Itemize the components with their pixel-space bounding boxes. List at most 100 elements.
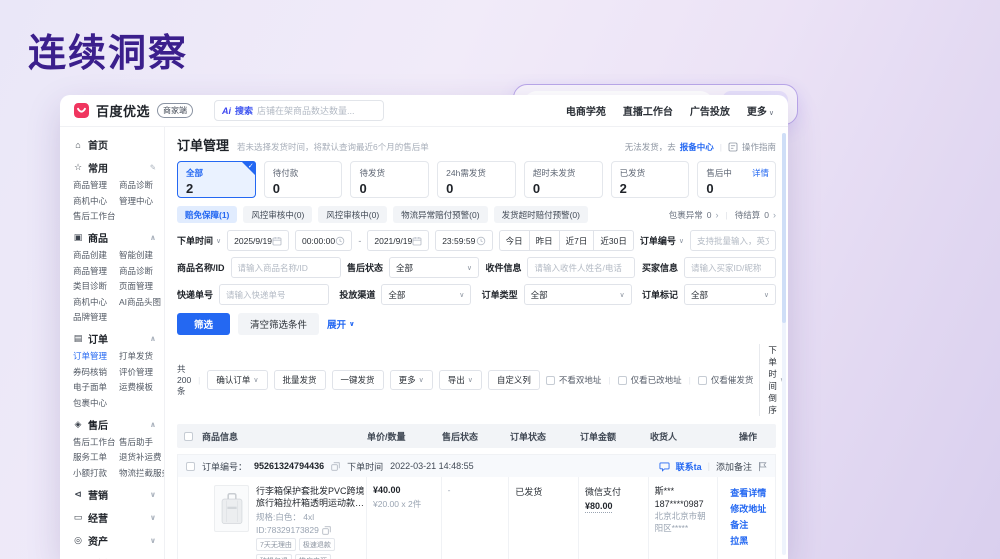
stat-card[interactable]: 超时未发货0: [524, 161, 603, 198]
product-image[interactable]: [214, 485, 249, 532]
order-no-dropdown[interactable]: 订单编号 ∨: [640, 234, 684, 247]
clear-filters-button[interactable]: 清空筛选条件: [238, 313, 319, 335]
checkbox-icon[interactable]: [618, 376, 627, 385]
chevron-up-icon[interactable]: ∧: [150, 233, 156, 242]
edit-icon[interactable]: ✎: [150, 163, 156, 172]
view-filter-checkbox[interactable]: 仅看已改地址: [618, 374, 682, 386]
toolbar-button[interactable]: 确认订单∨: [207, 370, 267, 390]
sidebar-item[interactable]: 售后工作台: [73, 210, 119, 222]
end-time-input[interactable]: 23:59:59: [435, 230, 492, 251]
sidebar-item[interactable]: 小额打款: [73, 467, 119, 479]
chevron-up-icon[interactable]: ∧: [150, 420, 156, 429]
toolbar-button[interactable]: 导出∨: [439, 370, 482, 390]
order-no-input[interactable]: 支持批量输入，英文','分隔: [690, 230, 776, 251]
sidebar-item-home[interactable]: ⌂首页: [73, 137, 156, 152]
sidebar-section-order[interactable]: ▤订单∧: [73, 331, 156, 346]
toolbar-button[interactable]: 自定义列: [488, 370, 540, 390]
start-time-input[interactable]: 00:00:00: [295, 230, 352, 251]
stat-card[interactable]: 已发货2: [611, 161, 690, 198]
sidebar-section-marketing[interactable]: ⊲营销∨: [73, 487, 156, 502]
filter-button[interactable]: 筛选: [177, 313, 230, 335]
sidebar-item[interactable]: 商品创建: [73, 249, 119, 261]
sidebar-item[interactable]: 管理中心: [119, 195, 156, 207]
quick-range-button[interactable]: 今日: [499, 230, 530, 251]
sidebar-item[interactable]: 类目诊断: [73, 280, 119, 292]
filter-select[interactable]: 全部∨: [684, 284, 776, 305]
expand-link[interactable]: 展开 ∨: [327, 317, 355, 331]
sidebar-item[interactable]: 包裹中心: [73, 397, 119, 409]
status-chip[interactable]: 风控审核中(0): [243, 206, 312, 223]
sidebar-item[interactable]: 券码核销: [73, 366, 119, 378]
chevron-up-icon[interactable]: ∧: [150, 334, 156, 343]
top-nav-item[interactable]: 广告投放: [690, 103, 730, 118]
status-chip[interactable]: 风控审核中(0): [318, 206, 387, 223]
sidebar-item[interactable]: 订单管理: [73, 350, 119, 362]
sidebar-item[interactable]: 退货补运费: [119, 451, 165, 463]
sidebar-item[interactable]: 物流拦截服务: [119, 467, 165, 479]
guide-link[interactable]: 操作指南: [742, 141, 776, 153]
end-date-input[interactable]: 2021/9/19: [367, 230, 429, 251]
sidebar-section-goods[interactable]: ▣商品∧: [73, 230, 156, 245]
contact-buyer-link[interactable]: 联系ta: [676, 460, 702, 473]
sidebar-item[interactable]: 售后工作台: [73, 436, 119, 448]
start-date-input[interactable]: 2025/9/19: [227, 230, 289, 251]
order-action-link[interactable]: 修改地址: [730, 501, 769, 517]
filter-input[interactable]: 请输入买家ID/昵称: [684, 257, 776, 278]
stat-card[interactable]: 全部2✓: [177, 161, 256, 198]
detail-link[interactable]: 详情: [752, 167, 769, 179]
sidebar-section-star[interactable]: ☆常用✎: [73, 160, 156, 175]
filter-input[interactable]: 请输入商品名称/ID: [231, 257, 341, 278]
sidebar-item[interactable]: 品牌管理: [73, 311, 119, 323]
stat-card[interactable]: 待付款0: [264, 161, 343, 198]
sidebar-item[interactable]: AI商品头图: [119, 296, 161, 308]
sidebar-section-operate[interactable]: ▭经营∨: [73, 510, 156, 525]
quick-range-button[interactable]: 昨日: [529, 230, 560, 251]
filter-input[interactable]: 请输入快递单号: [219, 284, 329, 305]
sidebar-item[interactable]: 页面管理: [119, 280, 161, 292]
sidebar-item[interactable]: 智能创建: [119, 249, 161, 261]
sidebar-item[interactable]: 商品管理: [73, 265, 119, 277]
order-action-link[interactable]: 拉黑: [730, 533, 769, 549]
sidebar-item[interactable]: 打单发货: [119, 350, 156, 362]
status-chip[interactable]: 发货超时赔付预警(0): [494, 206, 588, 223]
scrollbar[interactable]: [782, 133, 786, 555]
top-nav-item[interactable]: 电商学苑: [566, 103, 606, 118]
order-checkbox[interactable]: [186, 462, 195, 471]
sidebar-item[interactable]: 商机中心: [73, 195, 119, 207]
stat-card[interactable]: 待发货0: [350, 161, 429, 198]
chevron-down-icon[interactable]: ∨: [150, 536, 156, 545]
stat-card[interactable]: 24h需发货0: [437, 161, 516, 198]
sidebar-item[interactable]: 服务工单: [73, 451, 119, 463]
add-note-link[interactable]: 添加备注: [716, 460, 752, 473]
sidebar-section-shop[interactable]: ▥店铺∨: [73, 556, 156, 559]
flag-icon[interactable]: [758, 461, 767, 472]
search-input[interactable]: Ai 搜索 店铺在架商品数达数量...: [214, 100, 384, 121]
sidebar-item[interactable]: 电子面单: [73, 381, 119, 393]
status-chip[interactable]: 物流异常赔付预警(0): [393, 206, 487, 223]
checkbox-icon[interactable]: [546, 376, 555, 385]
anomaly-link[interactable]: 包裹异常0›: [669, 209, 719, 221]
status-chip[interactable]: 赔免保障(1): [177, 206, 237, 223]
filter-select[interactable]: 全部∨: [381, 284, 471, 305]
sidebar-item[interactable]: 商品诊断: [119, 179, 156, 191]
quick-range-button[interactable]: 近7日: [559, 230, 595, 251]
toolbar-button[interactable]: 批量发货: [274, 370, 326, 390]
select-all-checkbox[interactable]: [184, 432, 193, 441]
scrollbar-thumb[interactable]: [782, 133, 786, 323]
copy-icon[interactable]: [331, 462, 340, 471]
sidebar-section-aftersale[interactable]: ◈售后∧: [73, 417, 156, 432]
anomaly-link[interactable]: 待结算0›: [735, 209, 776, 221]
chevron-down-icon[interactable]: ∨: [150, 513, 156, 522]
filter-select[interactable]: 全部∨: [524, 284, 632, 305]
toolbar-button[interactable]: 一键发货: [332, 370, 384, 390]
filter-input[interactable]: 请输入收件人姓名/电话: [527, 257, 635, 278]
order-time-dropdown[interactable]: 下单时间 ∨: [177, 234, 221, 247]
top-nav-item[interactable]: 直播工作台: [623, 103, 673, 118]
chevron-down-icon[interactable]: ∨: [150, 490, 156, 499]
sidebar-item[interactable]: 商品诊断: [119, 265, 161, 277]
checkbox-icon[interactable]: [698, 376, 707, 385]
product-title[interactable]: 行李箱保护套批发PVC跨境旅行箱拉杆箱透明运动款防尘罩行李箱套 30...: [256, 485, 366, 509]
top-nav-more[interactable]: 更多∨: [747, 103, 774, 118]
sidebar-item[interactable]: 商机中心: [73, 296, 119, 308]
copy-icon[interactable]: [322, 526, 331, 535]
